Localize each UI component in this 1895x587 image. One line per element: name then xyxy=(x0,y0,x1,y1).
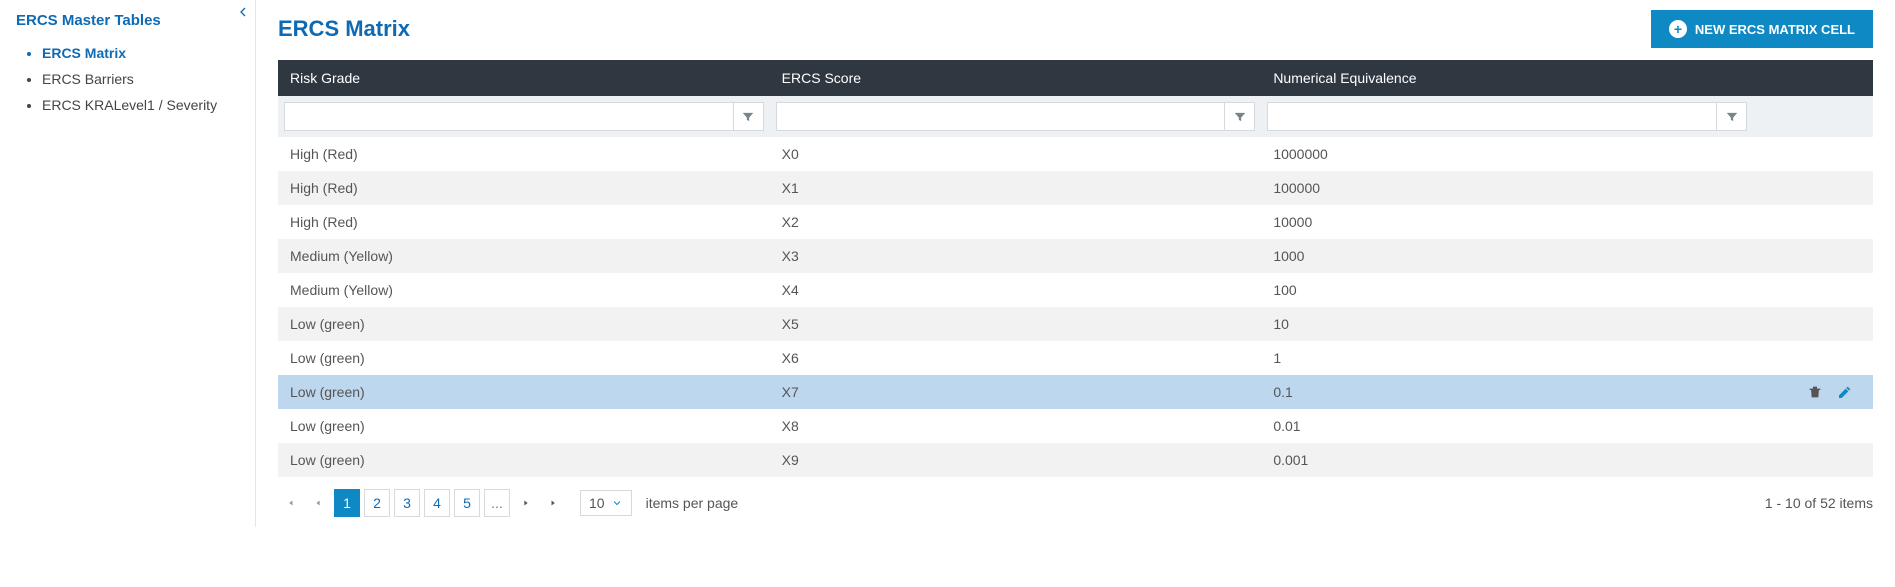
pager-more[interactable]: ... xyxy=(484,489,510,517)
sidebar-collapse-button[interactable] xyxy=(235,4,251,23)
pager-page-3[interactable]: 3 xyxy=(394,489,420,517)
table-row[interactable]: Low (green)X70.1 xyxy=(278,375,1873,409)
filter-icon xyxy=(1725,110,1739,124)
pager-last-icon xyxy=(549,498,559,508)
cell-risk-grade: Medium (Yellow) xyxy=(278,239,770,273)
cell-ercs-score: X5 xyxy=(770,307,1262,341)
row-actions-cell xyxy=(1753,341,1873,375)
cell-num-eq: 100000 xyxy=(1261,171,1753,205)
table-row[interactable]: Medium (Yellow)X31000 xyxy=(278,239,1873,273)
table-row[interactable]: Low (green)X80.01 xyxy=(278,409,1873,443)
pager-page-1[interactable]: 1 xyxy=(334,489,360,517)
filter-button-ercs-score[interactable] xyxy=(1225,102,1255,131)
cell-risk-grade: High (Red) xyxy=(278,205,770,239)
pager: 12345... xyxy=(278,489,566,517)
cell-ercs-score: X6 xyxy=(770,341,1262,375)
cell-num-eq: 0.001 xyxy=(1261,443,1753,477)
pencil-icon[interactable] xyxy=(1837,384,1853,400)
table-row[interactable]: Low (green)X90.001 xyxy=(278,443,1873,477)
sidebar-list: ERCS Matrix ERCS Barriers ERCS KRALevel1 /… xyxy=(16,45,239,113)
cell-num-eq: 1000 xyxy=(1261,239,1753,273)
cell-num-eq: 1 xyxy=(1261,341,1753,375)
cell-risk-grade: Low (green) xyxy=(278,341,770,375)
pager-first-button[interactable] xyxy=(278,489,302,517)
chevron-right-icon xyxy=(521,498,531,508)
ercs-matrix-table: Risk Grade ERCS Score Numerical Equivale… xyxy=(278,60,1873,477)
pager-page-2[interactable]: 2 xyxy=(364,489,390,517)
cell-num-eq: 0.1 xyxy=(1261,375,1753,409)
cell-ercs-score: X3 xyxy=(770,239,1262,273)
sidebar-item[interactable]: ERCS KRALevel1 / Severity xyxy=(42,97,239,113)
col-risk-grade[interactable]: Risk Grade xyxy=(278,60,770,96)
items-per-page-label: items per page xyxy=(646,495,739,511)
cell-ercs-score: X9 xyxy=(770,443,1262,477)
cell-risk-grade: Low (green) xyxy=(278,375,770,409)
pager-prev-button[interactable] xyxy=(306,489,330,517)
table-row[interactable]: High (Red)X210000 xyxy=(278,205,1873,239)
cell-num-eq: 10000 xyxy=(1261,205,1753,239)
cell-risk-grade: High (Red) xyxy=(278,171,770,205)
cell-risk-grade: Low (green) xyxy=(278,409,770,443)
filter-icon xyxy=(741,110,755,124)
filter-input-risk-grade[interactable] xyxy=(284,102,734,131)
new-button-label: NEW ERCS MATRIX CELL xyxy=(1695,22,1855,37)
cell-num-eq: 10 xyxy=(1261,307,1753,341)
sidebar-title: ERCS Master Tables xyxy=(16,12,239,29)
main-content: ERCS Matrix + NEW ERCS MATRIX CELL Risk … xyxy=(256,0,1895,527)
pager-next-button[interactable] xyxy=(514,489,538,517)
filter-button-risk-grade[interactable] xyxy=(734,102,764,131)
pager-page-4[interactable]: 4 xyxy=(424,489,450,517)
page-size-select[interactable]: 10 xyxy=(580,490,632,516)
cell-ercs-score: X2 xyxy=(770,205,1262,239)
row-actions-cell xyxy=(1753,273,1873,307)
cell-num-eq: 100 xyxy=(1261,273,1753,307)
trash-icon[interactable] xyxy=(1807,384,1823,400)
pager-page-5[interactable]: 5 xyxy=(454,489,480,517)
row-actions-cell xyxy=(1753,375,1873,409)
sidebar: ERCS Master Tables ERCS Matrix ERCS Barri… xyxy=(0,0,256,527)
filter-input-ercs-score[interactable] xyxy=(776,102,1226,131)
cell-ercs-score: X8 xyxy=(770,409,1262,443)
row-actions-cell xyxy=(1753,137,1873,171)
row-actions-cell xyxy=(1753,171,1873,205)
pager-summary: 1 - 10 of 52 items xyxy=(1765,495,1873,511)
cell-risk-grade: Medium (Yellow) xyxy=(278,273,770,307)
sidebar-item[interactable]: ERCS Barriers xyxy=(42,71,239,87)
chevron-left-icon xyxy=(313,498,323,508)
row-actions-cell xyxy=(1753,205,1873,239)
row-actions-cell xyxy=(1753,409,1873,443)
filter-icon xyxy=(1233,110,1247,124)
col-actions xyxy=(1753,60,1873,96)
row-actions-cell xyxy=(1753,307,1873,341)
table-row[interactable]: Low (green)X61 xyxy=(278,341,1873,375)
cell-ercs-score: X4 xyxy=(770,273,1262,307)
page-title: ERCS Matrix xyxy=(278,16,410,42)
col-numerical-equivalence[interactable]: Numerical Equivalence xyxy=(1261,60,1753,96)
plus-circle-icon: + xyxy=(1669,20,1687,38)
pager-last-button[interactable] xyxy=(542,489,566,517)
table-row[interactable]: Medium (Yellow)X4100 xyxy=(278,273,1873,307)
cell-risk-grade: Low (green) xyxy=(278,443,770,477)
cell-ercs-score: X7 xyxy=(770,375,1262,409)
cell-risk-grade: High (Red) xyxy=(278,137,770,171)
chevron-down-icon xyxy=(611,497,623,509)
filter-button-numerical-equivalence[interactable] xyxy=(1717,102,1747,131)
table-row[interactable]: High (Red)X1100000 xyxy=(278,171,1873,205)
row-actions-cell xyxy=(1753,443,1873,477)
table-row[interactable]: Low (green)X510 xyxy=(278,307,1873,341)
col-ercs-score[interactable]: ERCS Score xyxy=(770,60,1262,96)
sidebar-item[interactable]: ERCS Matrix xyxy=(42,45,239,61)
cell-ercs-score: X0 xyxy=(770,137,1262,171)
page-size-value: 10 xyxy=(589,495,605,511)
table-row[interactable]: High (Red)X01000000 xyxy=(278,137,1873,171)
cell-num-eq: 1000000 xyxy=(1261,137,1753,171)
row-actions-cell xyxy=(1753,239,1873,273)
pager-first-icon xyxy=(285,498,295,508)
filter-input-numerical-equivalence[interactable] xyxy=(1267,102,1717,131)
cell-risk-grade: Low (green) xyxy=(278,307,770,341)
cell-num-eq: 0.01 xyxy=(1261,409,1753,443)
cell-ercs-score: X1 xyxy=(770,171,1262,205)
new-ercs-matrix-cell-button[interactable]: + NEW ERCS MATRIX CELL xyxy=(1651,10,1873,48)
